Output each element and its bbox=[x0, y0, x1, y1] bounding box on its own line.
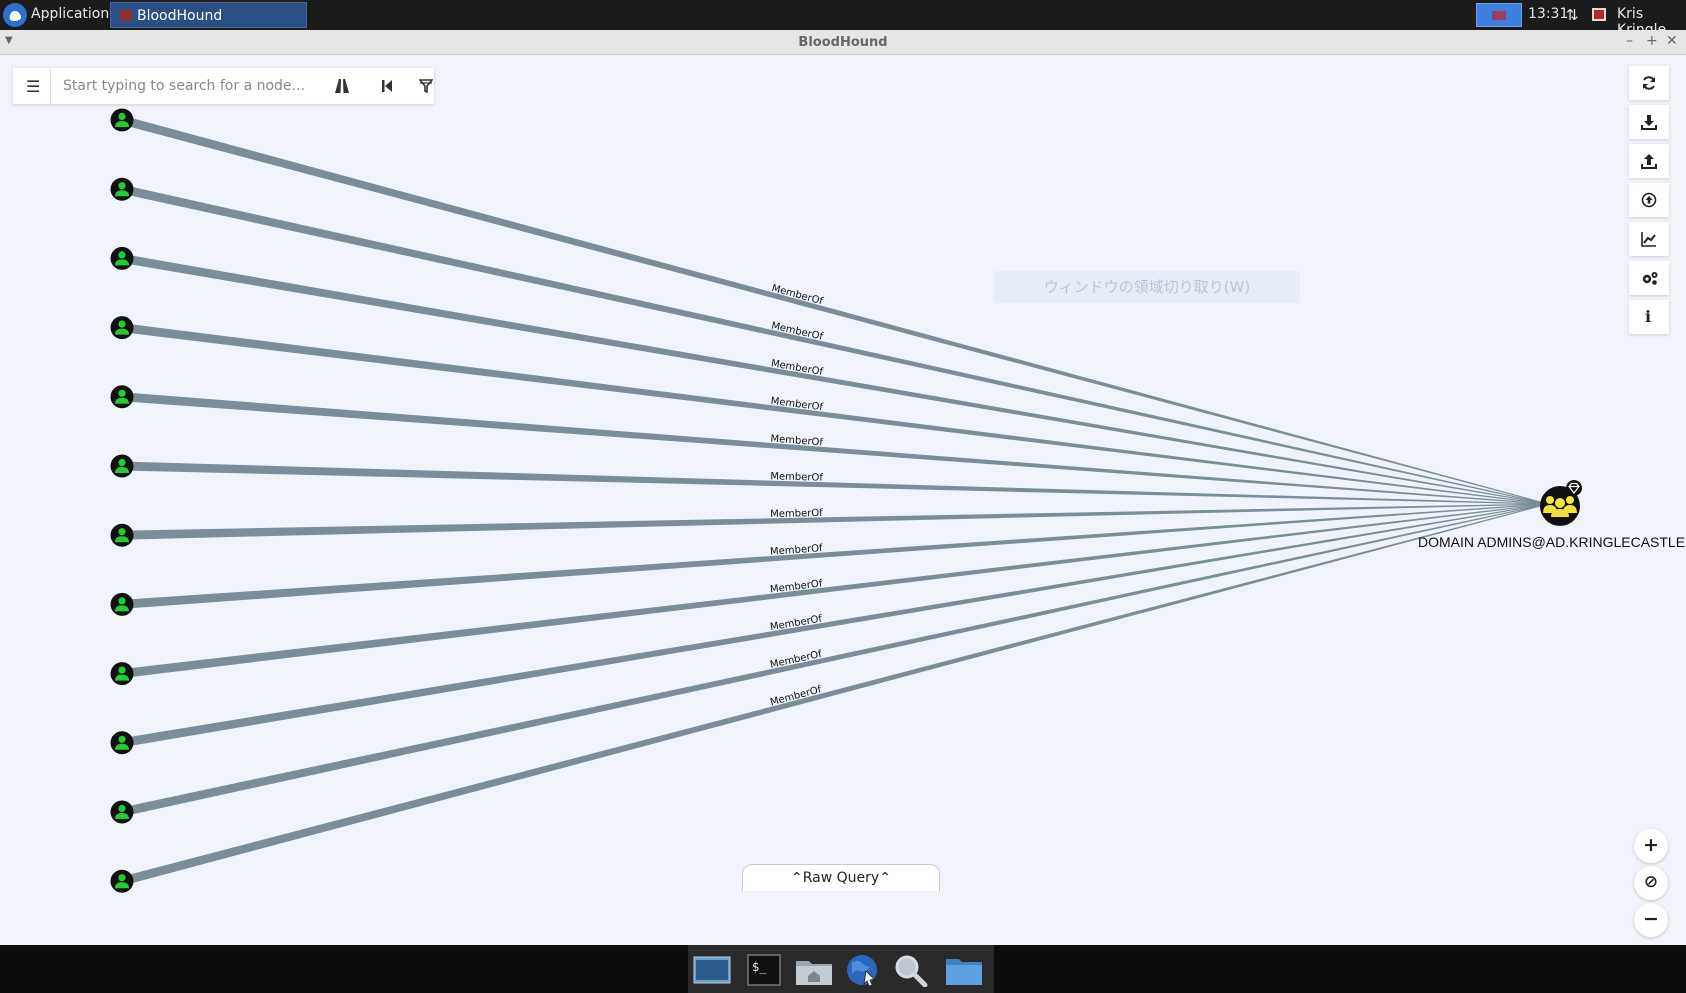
refresh-button[interactable] bbox=[1629, 66, 1669, 100]
svg-text:$_: $_ bbox=[752, 960, 767, 974]
user-node[interactable] bbox=[110, 731, 134, 755]
graph-svg[interactable]: MemberOfMemberOfMemberOfMemberOfMemberOf… bbox=[0, 55, 1686, 945]
window-title: BloodHound bbox=[798, 35, 888, 50]
user-node[interactable] bbox=[110, 246, 134, 270]
dock: $_ bbox=[688, 945, 994, 993]
user-node[interactable] bbox=[110, 662, 134, 686]
bloodhound-app-icon bbox=[120, 10, 132, 21]
folder-icon[interactable] bbox=[944, 953, 984, 987]
user-node[interactable] bbox=[110, 800, 134, 824]
zoom-out-button[interactable]: − bbox=[1634, 903, 1668, 937]
tray-status-icon[interactable] bbox=[1592, 8, 1606, 21]
minimize-button[interactable]: – bbox=[1626, 33, 1633, 49]
filter-button[interactable] bbox=[407, 68, 445, 104]
raw-query-label: Raw Query bbox=[802, 870, 880, 886]
import-icon bbox=[1641, 154, 1657, 169]
workspace-switcher[interactable] bbox=[1476, 3, 1522, 27]
screenshot-tooltip: ウィンドウの領域切り取り(W) bbox=[994, 271, 1300, 303]
caret-up-icon: ⌃ bbox=[791, 870, 803, 886]
pathfinding-button[interactable] bbox=[322, 68, 360, 104]
user-node[interactable] bbox=[110, 108, 134, 132]
settings-button[interactable] bbox=[1629, 261, 1669, 295]
filter-icon bbox=[419, 79, 433, 94]
user-node[interactable] bbox=[110, 454, 134, 478]
menu-button[interactable]: ☰ bbox=[13, 68, 51, 104]
member-of-edge[interactable] bbox=[121, 503, 1549, 540]
import-button[interactable] bbox=[1629, 144, 1669, 178]
upload-icon bbox=[1641, 192, 1657, 208]
search-icon[interactable] bbox=[890, 953, 930, 987]
taskbar-bloodhound-button[interactable]: BloodHound bbox=[110, 2, 307, 28]
search-bar: ☰ bbox=[13, 68, 434, 104]
top-panel: Applications BloodHound 13:31 ⇅ Kris Kri… bbox=[0, 0, 1686, 38]
member-of-edge[interactable] bbox=[121, 503, 1549, 748]
zoom-reset-button[interactable]: ⊘ bbox=[1634, 866, 1668, 900]
plus-icon: + bbox=[1643, 834, 1659, 856]
graph-canvas[interactable]: MemberOf MemberOf MemberOf MemberOf MemberOf… bbox=[0, 55, 1686, 945]
applications-menu[interactable]: Applications bbox=[31, 6, 117, 22]
upload-button[interactable] bbox=[1629, 183, 1669, 217]
maximize-button[interactable]: + bbox=[1646, 33, 1658, 49]
member-of-edge[interactable] bbox=[120, 115, 1549, 505]
browser-icon[interactable] bbox=[842, 953, 882, 987]
home-folder-icon[interactable] bbox=[794, 953, 834, 987]
raw-query-toggle[interactable]: ⌃Raw Query⌃ bbox=[742, 864, 940, 891]
refresh-icon bbox=[1643, 76, 1655, 90]
user-node[interactable] bbox=[110, 523, 134, 547]
edge-label: MemberOf bbox=[770, 508, 823, 520]
user-node[interactable] bbox=[110, 316, 134, 340]
chart-icon bbox=[1641, 232, 1656, 247]
member-of-edge[interactable] bbox=[121, 392, 1549, 505]
minus-icon: − bbox=[1643, 908, 1659, 930]
search-input[interactable] bbox=[55, 70, 341, 102]
xfce-mouse-icon[interactable] bbox=[3, 3, 27, 27]
pathfinding-icon bbox=[335, 79, 349, 93]
member-of-edge[interactable] bbox=[121, 184, 1549, 505]
window-titlebar: ▼ BloodHound – + ✕ bbox=[0, 30, 1686, 55]
high-value-diamond-icon bbox=[1566, 480, 1582, 496]
info-icon: i bbox=[1645, 307, 1652, 326]
user-node[interactable] bbox=[110, 869, 134, 893]
clock[interactable]: 13:31 bbox=[1528, 6, 1568, 22]
export-icon bbox=[1641, 115, 1657, 130]
terminal-icon[interactable]: $_ bbox=[744, 953, 784, 987]
zoom-in-button[interactable]: + bbox=[1634, 829, 1668, 863]
member-of-edge[interactable] bbox=[121, 503, 1549, 817]
stats-button[interactable] bbox=[1629, 222, 1669, 256]
user-node[interactable] bbox=[110, 177, 134, 201]
hamburger-icon: ☰ bbox=[26, 77, 41, 96]
back-button[interactable] bbox=[368, 68, 406, 104]
back-icon bbox=[382, 80, 392, 92]
workspace-window-icon bbox=[1492, 11, 1506, 20]
edge-label: MemberOf bbox=[770, 471, 823, 483]
settings-icon bbox=[1642, 272, 1658, 285]
info-button[interactable]: i bbox=[1629, 300, 1669, 334]
network-icon[interactable]: ⇅ bbox=[1566, 6, 1578, 24]
member-of-edge[interactable] bbox=[121, 253, 1549, 505]
user-node[interactable] bbox=[110, 592, 134, 616]
export-button[interactable] bbox=[1629, 105, 1669, 139]
caret-up-icon: ⌃ bbox=[879, 870, 891, 886]
desktop-icon[interactable] bbox=[692, 953, 732, 987]
domain-admins-node[interactable] bbox=[1540, 480, 1582, 526]
user-node[interactable] bbox=[110, 385, 134, 409]
domain-admins-label: DOMAIN ADMINS@AD.KRINGLECASTLE.COM bbox=[1418, 534, 1686, 550]
reset-icon: ⊘ bbox=[1643, 872, 1659, 892]
close-button[interactable]: ✕ bbox=[1666, 33, 1678, 49]
member-of-edge[interactable] bbox=[120, 503, 1549, 886]
task-label: BloodHound bbox=[137, 8, 223, 24]
